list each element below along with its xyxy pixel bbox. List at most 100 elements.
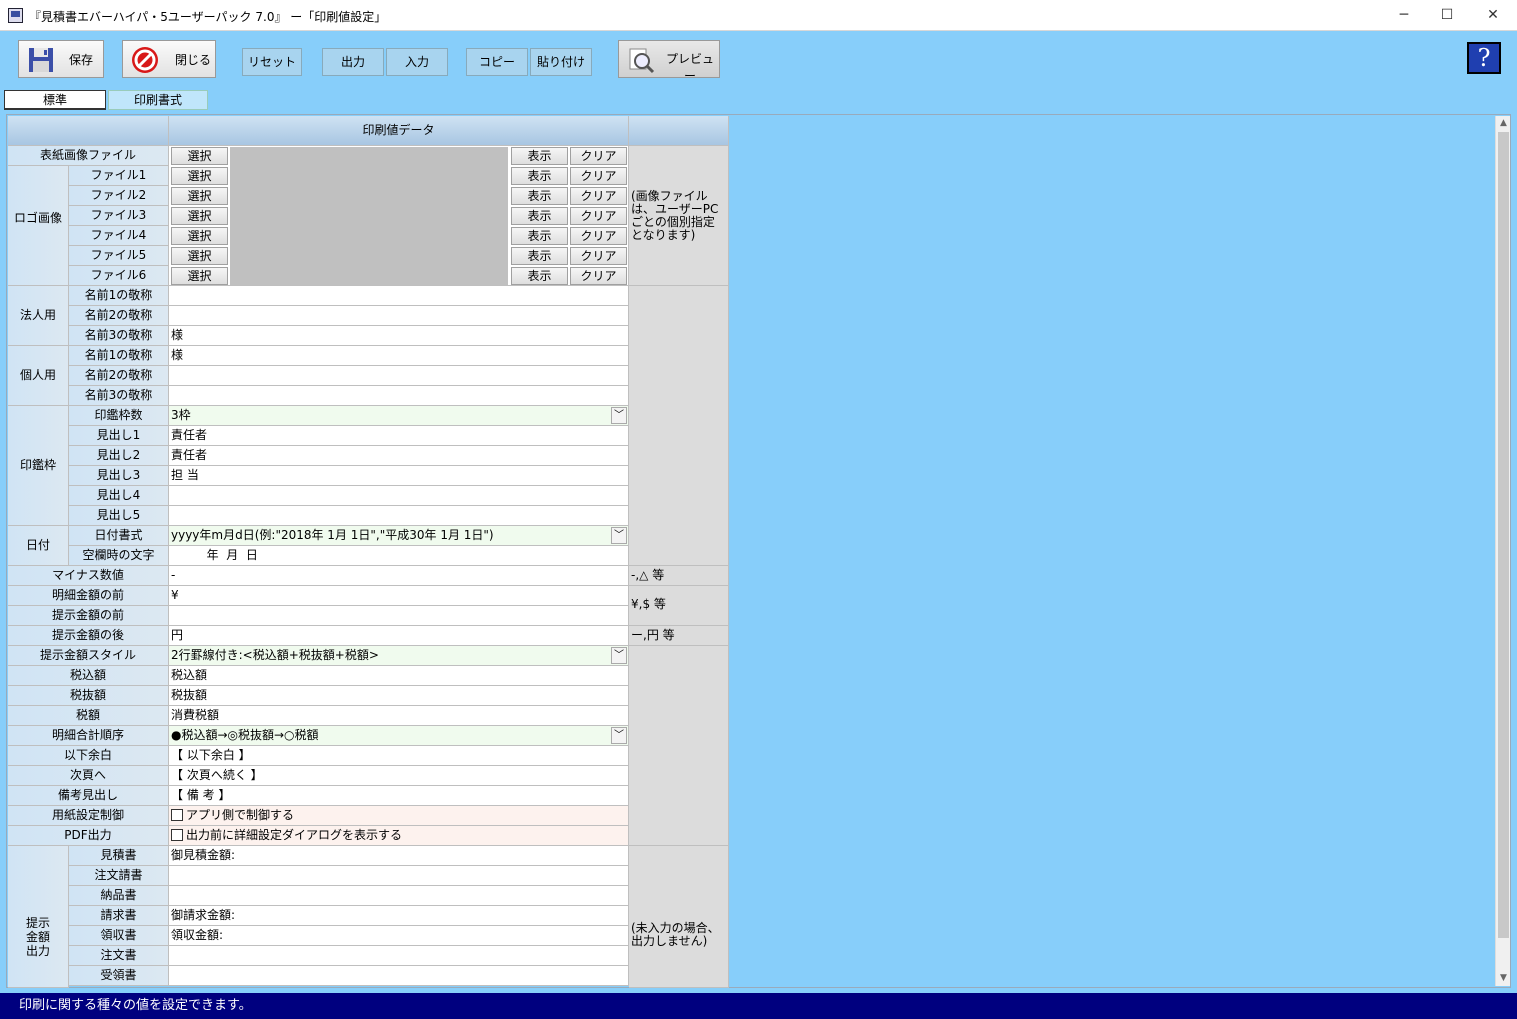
paste-button[interactable]: 貼り付け [530,48,592,76]
chevron-down-icon[interactable]: ﹀ [611,527,627,544]
clear-file4-button[interactable]: クリア [570,227,627,245]
doc-order-ack-input[interactable] [169,866,629,886]
show-file4-button[interactable]: 表示 [511,227,568,245]
corp-hon2-label: 名前2の敬称 [69,306,169,326]
date-format-label: 日付書式 [69,526,169,546]
show-file3-button[interactable]: 表示 [511,207,568,225]
minus-label: マイナス数値 [8,566,169,586]
indiv-hon3-label: 名前3の敬称 [69,386,169,406]
style-value: 2行罫線付き:<税込額+税抜額+税額> [171,648,379,662]
scroll-down-icon[interactable]: ▼ [1496,971,1511,986]
date-label: 日付 [8,526,69,566]
select-cover-button[interactable]: 選択 [171,147,228,165]
show-cover-button[interactable]: 表示 [511,147,568,165]
preview-button[interactable]: プレビュー [618,40,720,83]
seal-count-select[interactable]: 3枠 ﹀ [169,406,629,426]
chevron-down-icon[interactable]: ﹀ [611,727,627,744]
paper-checkbox[interactable] [171,809,183,821]
show-file1-button[interactable]: 表示 [511,167,568,185]
toolbar: 保存 閉じる リセット 出力 入力 コピー 貼り付け プレビュー [0,31,1517,88]
file2-label: ファイル2 [69,186,169,206]
input-button[interactable]: 入力 [386,48,448,76]
remarks-input[interactable]: 【 備 考 】 [169,786,629,806]
clear-file1-button[interactable]: クリア [570,167,627,185]
heading4-input[interactable] [169,486,629,506]
select-file5-button[interactable]: 選択 [171,247,228,265]
below-input[interactable]: 【 以下余白 】 [169,746,629,766]
indiv-hon2-input[interactable] [169,366,629,386]
close-button[interactable]: 閉じる [122,40,216,78]
next-label: 次頁へ [8,766,169,786]
date-format-select[interactable]: yyyy年m月d日(例:"2018年 1月 1日","平成30年 1月 1日")… [169,526,629,546]
taxin-input[interactable]: 税込額 [169,666,629,686]
pdf-checkbox[interactable] [171,829,183,841]
taxin-label: 税込額 [8,666,169,686]
maximize-button[interactable]: ☐ [1424,0,1470,31]
output-button[interactable]: 出力 [322,48,384,76]
pdf-row: 出力前に詳細設定ダイアログを表示する [169,826,629,846]
heading1-label: 見出し1 [69,426,169,446]
select-file6-button[interactable]: 選択 [171,267,228,285]
show-before-label: 提示金額の前 [8,606,169,626]
minimize-button[interactable]: ─ [1381,0,1427,31]
stop-icon [132,47,158,73]
copy-button[interactable]: コピー [466,48,528,76]
heading3-input[interactable]: 担 当 [169,466,629,486]
settings-sheet: 印刷値データ 表紙画像ファイル ロゴ画像 ファイル1 ファイル2 ファイル3 フ… [6,114,1511,988]
select-file4-button[interactable]: 選択 [171,227,228,245]
indiv-hon3-input[interactable] [169,386,629,406]
show-file6-button[interactable]: 表示 [511,267,568,285]
doc-order-input[interactable] [169,946,629,966]
before-note: ¥,$ 等 [629,586,729,626]
tab-print-format[interactable]: 印刷書式 [108,90,208,110]
doc-receipt-input[interactable]: 領収金額: [169,926,629,946]
style-select[interactable]: 2行罫線付き:<税込額+税抜額+税額> ﹀ [169,646,629,666]
select-file3-button[interactable]: 選択 [171,207,228,225]
next-input[interactable]: 【 次頁へ続く 】 [169,766,629,786]
paper-label: 用紙設定制御 [8,806,169,826]
scroll-up-icon[interactable]: ▲ [1496,116,1511,131]
minus-input[interactable]: - [169,566,629,586]
tab-standard[interactable]: 標準 [4,90,106,110]
close-window-button[interactable]: ✕ [1470,0,1516,31]
tax-input[interactable]: 消費税額 [169,706,629,726]
doc-acceptance-input[interactable] [169,966,629,986]
heading3-label: 見出し3 [69,466,169,486]
doc-delivery-input[interactable] [169,886,629,906]
doc-estimate-input[interactable]: 御見積金額: [169,846,629,866]
save-button[interactable]: 保存 [18,40,104,78]
heading2-input[interactable]: 責任者 [169,446,629,466]
corp-hon3-input[interactable]: 様 [169,326,629,346]
indiv-hon1-input[interactable]: 様 [169,346,629,366]
save-label: 保存 [69,53,94,67]
select-file2-button[interactable]: 選択 [171,187,228,205]
reset-button[interactable]: リセット [242,48,302,76]
order-select[interactable]: ●税込額→◎税抜額→○税額 ﹀ [169,726,629,746]
clear-cover-button[interactable]: クリア [570,147,627,165]
clear-file6-button[interactable]: クリア [570,267,627,285]
doc-invoice-input[interactable]: 御請求金額: [169,906,629,926]
show-file2-button[interactable]: 表示 [511,187,568,205]
chevron-down-icon[interactable]: ﹀ [611,647,627,664]
blank-date-input[interactable]: 年 月 日 [169,546,629,566]
show-before-input[interactable] [169,606,629,626]
heading5-input[interactable] [169,506,629,526]
corp-hon2-input[interactable] [169,306,629,326]
clear-file5-button[interactable]: クリア [570,247,627,265]
scroll-thumb[interactable] [1498,132,1509,938]
taxout-input[interactable]: 税抜額 [169,686,629,706]
heading1-input[interactable]: 責任者 [169,426,629,446]
clear-file2-button[interactable]: クリア [570,187,627,205]
preview-label: プレビュー [665,52,714,83]
vertical-scrollbar[interactable]: ▲ ▼ [1495,116,1510,986]
help-button[interactable]: ? [1467,42,1501,74]
detail-before-input[interactable]: ¥ [169,586,629,606]
image-note: (画像ファイルは、ユーザーPCごとの個別指定となります) [629,146,729,286]
select-file1-button[interactable]: 選択 [171,167,228,185]
clear-file3-button[interactable]: クリア [570,207,627,225]
corp-hon1-input[interactable] [169,286,629,306]
show-after-input[interactable]: 円 [169,626,629,646]
show-file5-button[interactable]: 表示 [511,247,568,265]
indiv-hon2-label: 名前2の敬称 [69,366,169,386]
chevron-down-icon[interactable]: ﹀ [611,407,627,424]
